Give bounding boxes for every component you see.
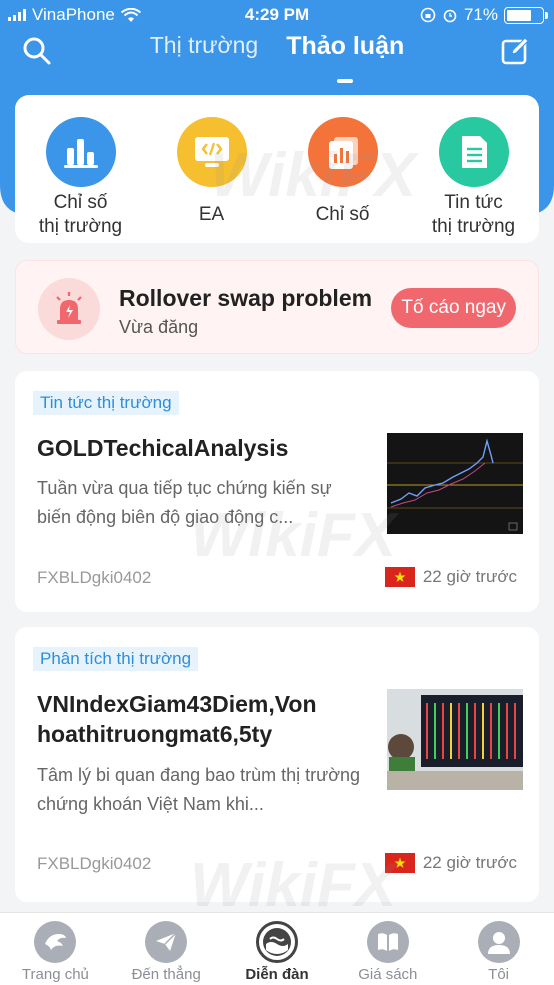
header-tabs: Thị trường Thảo luận <box>0 32 554 83</box>
shortcut-label-line: thị trường <box>38 216 123 237</box>
report-now-button[interactable]: Tố cáo ngay <box>391 288 516 328</box>
shortcut-card: Chỉ số thị trường EA Chỉ số Tin tức thị … <box>15 95 539 243</box>
shortcut-label-line: thị trường <box>431 216 516 237</box>
nav-forum[interactable]: Diễn đàn <box>222 913 333 985</box>
nav-home[interactable]: Trang chủ <box>0 913 111 985</box>
nav-label: Trang chủ <box>21 966 89 983</box>
article-author: FXBLDgki0402 <box>37 854 152 873</box>
stock-board-thumbnail[interactable] <box>387 689 523 790</box>
article-time-row: 22 giờ trước <box>384 853 517 873</box>
shortcut-label: EA <box>198 204 225 225</box>
article-card[interactable]: Tin tức thị trường GOLDTechicalAnalysis … <box>15 371 539 612</box>
vietnam-flag-icon <box>384 567 415 587</box>
article-time: 22 giờ trước <box>422 567 517 586</box>
article-title: VNIndexGiam43Diem,Von hoathitruongmat6,5… <box>37 691 317 747</box>
gold-chart-thumbnail[interactable] <box>387 433 523 534</box>
nav-label: Diễn đàn <box>245 966 309 983</box>
vietnam-flag-icon <box>384 853 415 873</box>
nav-me[interactable]: Tôi <box>443 913 554 985</box>
article-time: 22 giờ trước <box>422 853 517 872</box>
tab-market[interactable]: Thị trường <box>150 32 258 61</box>
shortcut-label: Chỉ số thị trường <box>21 191 141 239</box>
forum-icon <box>255 921 298 963</box>
battery-icon <box>504 6 548 24</box>
nav-label: Đến thẳng <box>131 966 201 983</box>
book-icon <box>366 921 409 963</box>
user-icon <box>477 921 520 963</box>
nav-label: Giá sách <box>358 966 418 983</box>
paper-plane-icon <box>145 921 188 963</box>
code-monitor-icon <box>176 117 247 187</box>
shortcut-label: Chỉ số <box>315 204 370 225</box>
article-description: Tâm lý bi quan đang bao trùm thị trường … <box>37 765 361 814</box>
article-description: Tuần vừa qua tiếp tục chứng kiến sự biến… <box>37 478 332 527</box>
nav-bookshelf[interactable]: Giá sách <box>332 913 443 985</box>
alarm-icon <box>443 9 457 23</box>
article-author: FXBLDgki0402 <box>37 568 152 587</box>
article-title: GOLDTechicalAnalysis <box>37 435 289 461</box>
shortcut-ea[interactable]: EA <box>152 117 272 243</box>
home-eagle-icon <box>34 921 77 963</box>
tab-discussion[interactable]: Thảo luận <box>286 32 404 83</box>
compose-icon[interactable] <box>500 36 530 66</box>
alert-card[interactable]: Rollover swap problem Vừa đăng Tố cáo ng… <box>15 260 539 354</box>
news-document-icon <box>438 117 509 187</box>
shortcut-label-line: Chỉ số <box>53 192 108 213</box>
alert-subtitle: Vừa đăng <box>119 317 199 337</box>
siren-icon <box>38 278 100 340</box>
shortcut-label-line: Tin tức <box>444 192 503 213</box>
article-tag[interactable]: Tin tức thị trường <box>33 391 179 415</box>
nav-label: Tôi <box>488 966 509 983</box>
shortcut-index[interactable]: Chỉ số <box>283 117 403 243</box>
bar-chart-icon <box>45 117 116 187</box>
battery-percent: 71% <box>463 5 498 24</box>
shortcut-market-index[interactable]: Chỉ số thị trường <box>21 117 141 243</box>
article-card[interactable]: Phân tích thị trường VNIndexGiam43Diem,V… <box>15 627 539 902</box>
status-bar: VinaPhone 4:29 PM 71% <box>0 0 554 30</box>
document-chart-icon <box>307 117 378 187</box>
alert-title: Rollover swap problem <box>119 285 373 311</box>
shortcut-label: Tin tức thị trường <box>414 191 534 239</box>
shortcut-market-news[interactable]: Tin tức thị trường <box>414 117 534 243</box>
article-time-row: 22 giờ trước <box>384 567 517 587</box>
orientation-lock-icon <box>420 7 436 23</box>
top-navigation: Thị trường Thảo luận <box>0 30 554 90</box>
bottom-navigation: Trang chủ Đến thẳng Diễn đàn Giá sách Tô… <box>0 912 554 985</box>
article-tag[interactable]: Phân tích thị trường <box>33 647 199 671</box>
nav-direct[interactable]: Đến thẳng <box>111 913 222 985</box>
